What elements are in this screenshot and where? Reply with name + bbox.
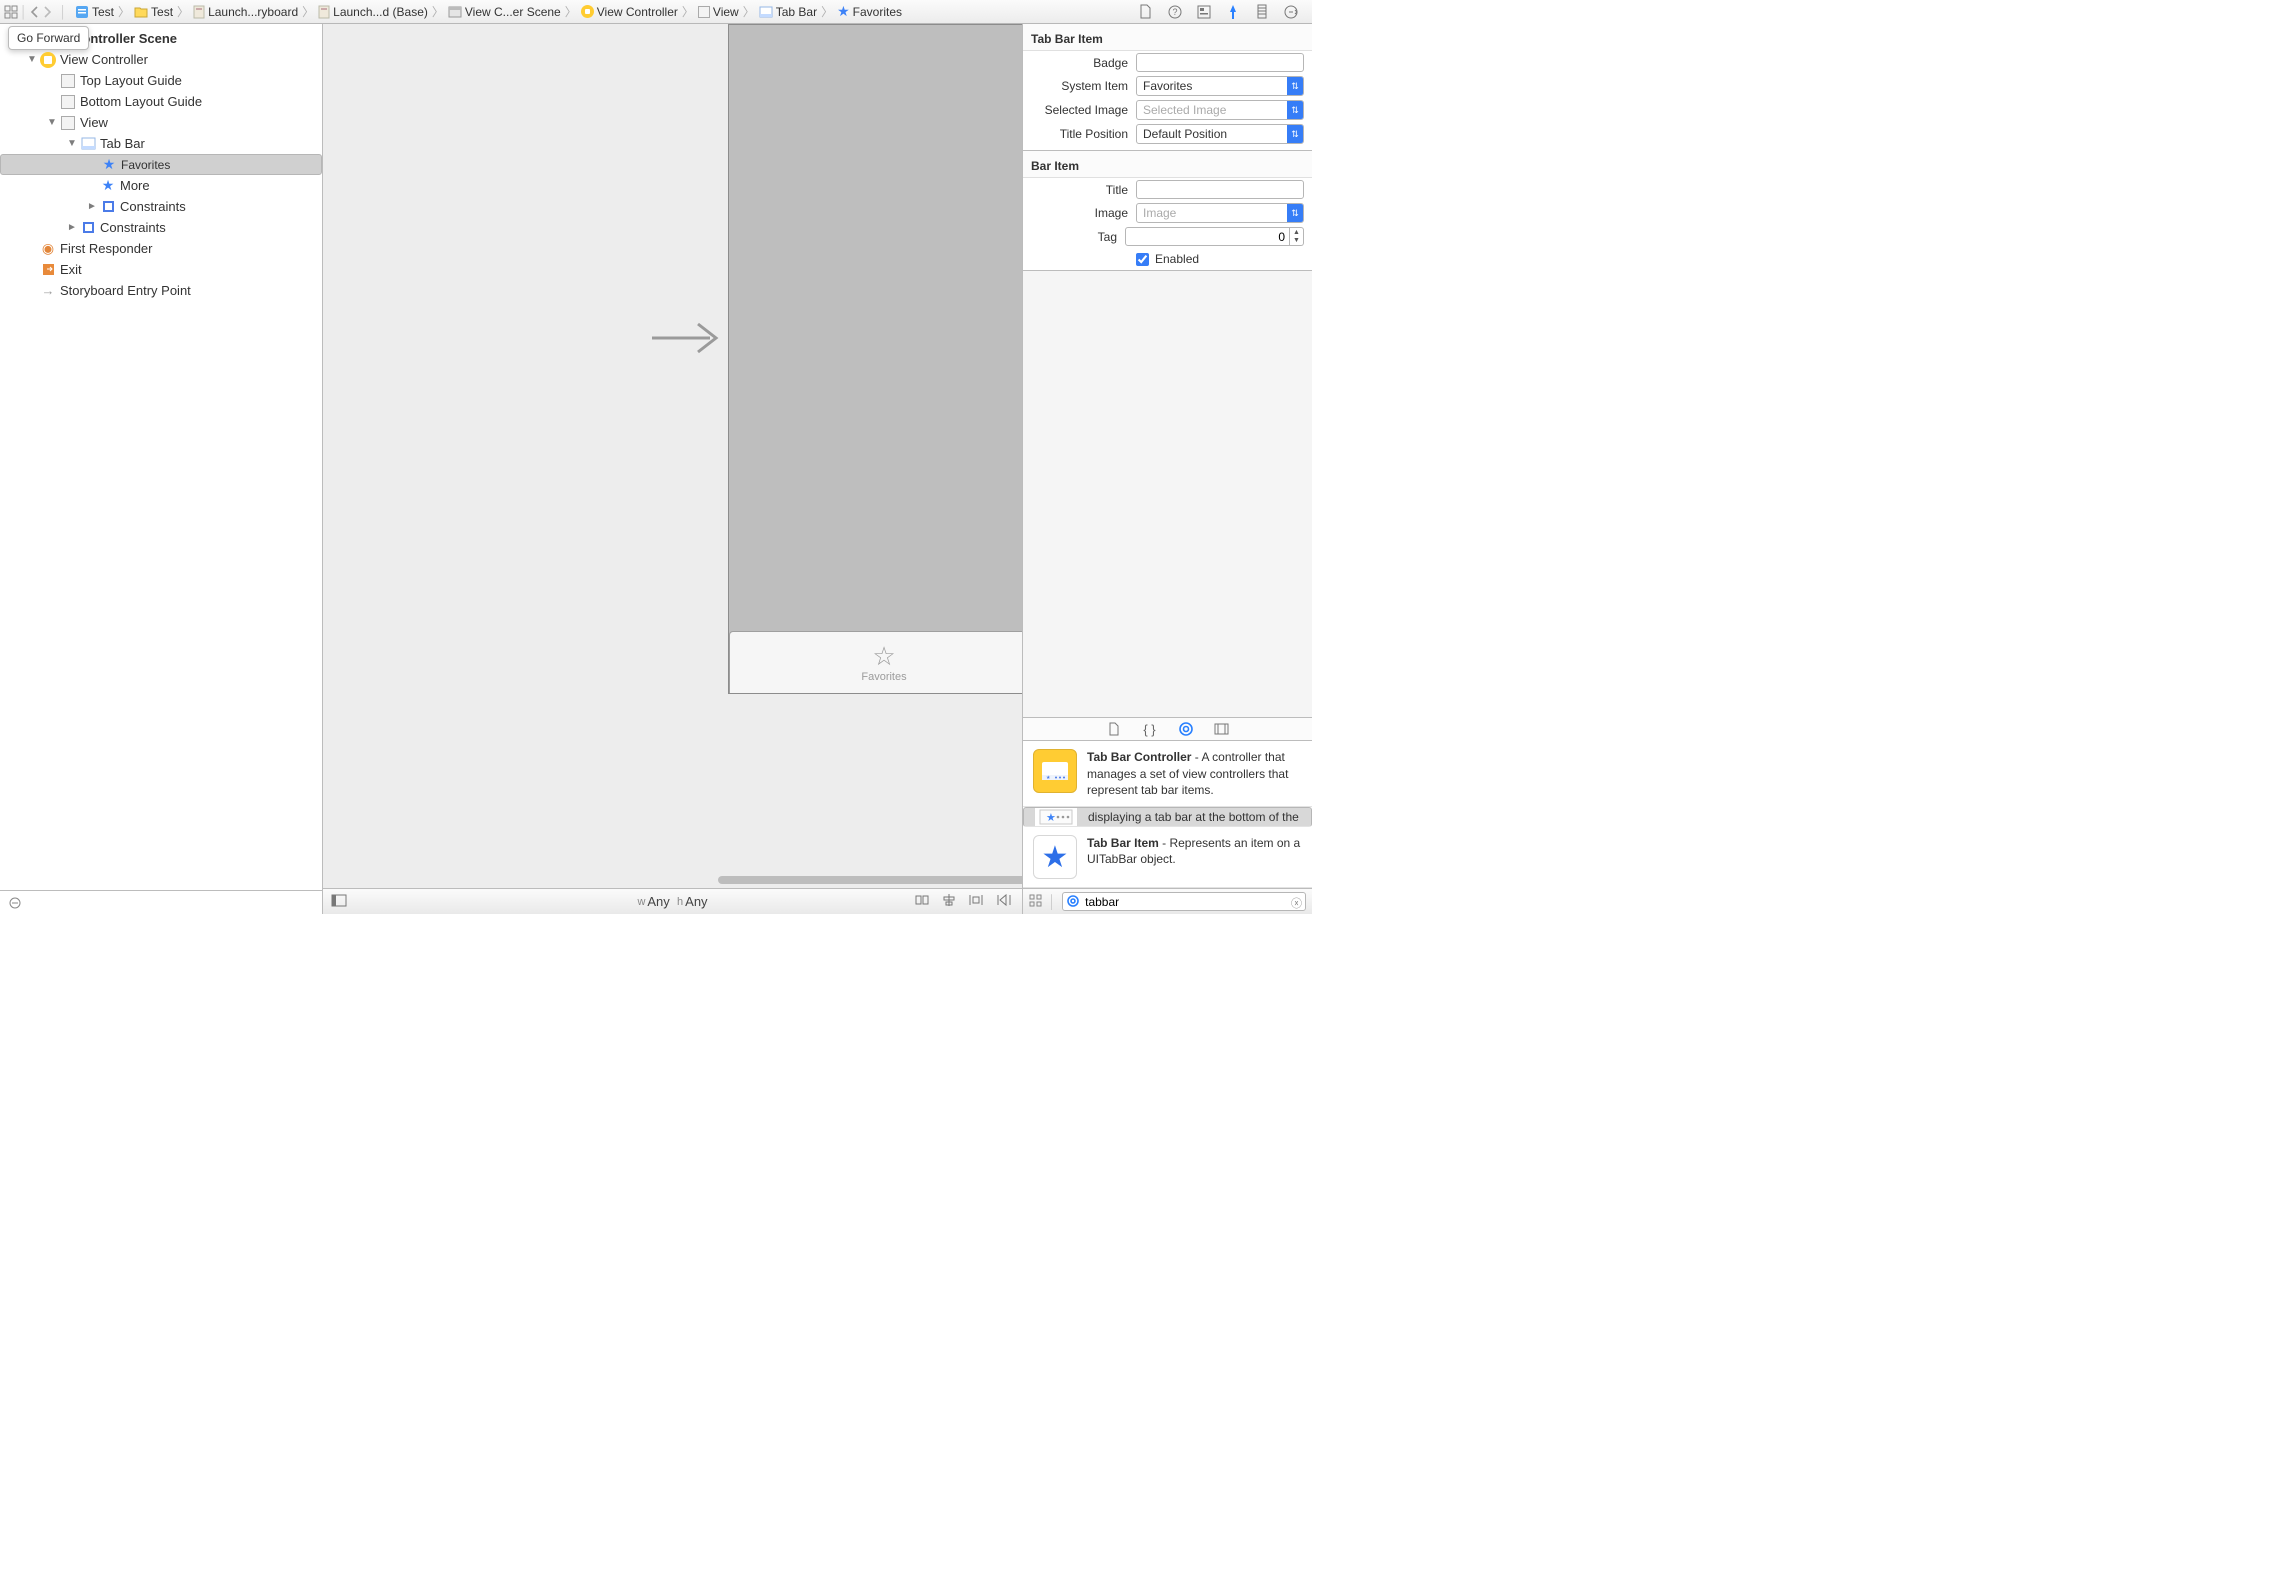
chevron-updown-icon: ⇅ [1287,101,1303,119]
star-outline-icon: ☆ [872,643,895,669]
outline-top-layout-guide[interactable]: Top Layout Guide [0,70,322,91]
crumb-tabbar[interactable]: Tab Bar [757,5,819,19]
filter-icon [8,896,22,910]
library-search-bar: │ ⓧ [1023,888,1312,914]
go-forward-icon[interactable] [42,6,52,18]
outline-entry-point[interactable]: → Storyboard Entry Point [0,280,322,301]
identity-inspector-icon[interactable] [1196,4,1211,19]
chevron-updown-icon: ⇅ [1287,204,1303,222]
chevron-updown-icon: ⇅ [1287,125,1303,143]
outline-view[interactable]: View [0,112,322,133]
code-snippet-library-icon[interactable]: { } [1142,722,1158,737]
library-item-tab-bar-item[interactable]: ★ Tab Bar Item - Represents an item on a… [1023,827,1312,888]
chevron-updown-icon: ⇅ [1287,77,1303,95]
size-inspector-icon[interactable] [1254,4,1269,19]
crumb-scene[interactable]: View C...er Scene [446,5,563,19]
entry-arrow-icon [650,318,720,358]
star-icon: ★ [837,3,850,20]
crumb-view-controller[interactable]: View Controller [579,5,680,19]
svg-text:?: ? [1172,7,1177,17]
star-icon: ★ [101,157,117,173]
pin-icon[interactable] [968,893,984,910]
go-back-icon[interactable] [30,6,40,18]
related-items-icon[interactable] [4,5,18,19]
document-outline: View Controller Scene View Controller To… [0,24,323,914]
svg-text:★: ★ [1046,812,1056,824]
canvas-footer: wAny hAny [323,888,1022,914]
storyboard-canvas[interactable]: ☆ Favorites ○ ○ ○ More wAny [323,24,1022,914]
section-bar-item: Bar Item Title Image Image ⇅ Tag [1023,150,1312,270]
arrow-right-icon: → [40,283,56,299]
library-item-tab-bar-controller[interactable]: ★ Tab Bar Controller - A controller that… [1023,741,1312,807]
align-icon[interactable] [942,893,956,910]
svg-text:★: ★ [1046,775,1051,781]
library-search-input[interactable] [1062,892,1306,911]
outline-exit[interactable]: Exit [0,259,322,280]
outline-favorites[interactable]: ★ Favorites [0,154,322,175]
crumb-favorites[interactable]: ★ Favorites [835,3,904,20]
quick-help-icon[interactable]: ? [1167,4,1182,19]
canvas-tab-bar[interactable]: ☆ Favorites ○ ○ ○ More [729,631,1022,693]
file-template-library-icon[interactable] [1106,722,1122,736]
clear-search-icon[interactable]: ⓧ [1291,895,1302,911]
search-scope-icon[interactable] [1067,895,1079,910]
stack-icon[interactable] [914,893,930,910]
library-item-tab-bar[interactable]: ★ Tab Bar - Provides a mechanism for dis… [1023,807,1312,827]
resolve-issues-icon[interactable] [996,893,1012,910]
tag-stepper[interactable]: ▲▼ [1125,227,1304,246]
tooltip-go-forward: Go Forward [8,26,89,50]
jump-bar: │ │ Test 〉 Test 〉 Launch...ryboard 〉 Lau… [0,0,1312,24]
file-inspector-icon[interactable] [1138,4,1153,19]
outline-constraints-inner[interactable]: Constraints [0,196,322,217]
device-view[interactable]: ☆ Favorites ○ ○ ○ More [728,24,1022,694]
grid-view-icon[interactable] [1029,894,1042,910]
selected-image-select[interactable]: Selected Image ⇅ [1136,100,1304,120]
horizontal-scrollbar[interactable] [718,876,1022,884]
connections-inspector-icon[interactable] [1283,4,1298,19]
library-tabs: { } [1023,717,1312,741]
media-library-icon[interactable] [1214,723,1230,735]
crumb-test-folder[interactable]: Test [132,5,175,19]
section-tab-bar-item: Tab Bar Item Badge System Item Favorites… [1023,24,1312,146]
toggle-outline-icon[interactable] [331,894,347,910]
outline-filter-bar[interactable] [0,890,322,914]
system-item-select[interactable]: Favorites ⇅ [1136,76,1304,96]
crumb-view[interactable]: View [696,5,741,19]
badge-input[interactable] [1136,53,1304,72]
canvas-tab-favorites[interactable]: ☆ Favorites [729,631,1022,693]
crumb-storyboard[interactable]: Launch...ryboard [191,5,300,19]
outline-first-responder[interactable]: ◉ First Responder [0,238,322,259]
outline-tab-bar[interactable]: Tab Bar [0,133,322,154]
outline-bottom-layout-guide[interactable]: Bottom Layout Guide [0,91,322,112]
title-input[interactable] [1136,180,1304,199]
crumb-storyboard-base[interactable]: Launch...d (Base) [316,5,430,19]
attributes-inspector-icon[interactable] [1225,4,1240,19]
star-icon: ★ [100,178,116,194]
cube-icon: ◉ [40,241,56,257]
inspector-panel: Tab Bar Item Badge System Item Favorites… [1022,24,1312,914]
outline-more[interactable]: ★ More [0,175,322,196]
enabled-checkbox[interactable] [1136,253,1149,266]
image-select[interactable]: Image ⇅ [1136,203,1304,223]
object-library-icon[interactable] [1178,722,1194,736]
object-library-list: ★ Tab Bar Controller - A controller that… [1023,741,1312,888]
outline-constraints-outer[interactable]: Constraints [0,217,322,238]
title-position-select[interactable]: Default Position ⇅ [1136,124,1304,144]
crumb-test-project[interactable]: Test [73,5,116,19]
outline-view-controller[interactable]: View Controller [0,49,322,70]
